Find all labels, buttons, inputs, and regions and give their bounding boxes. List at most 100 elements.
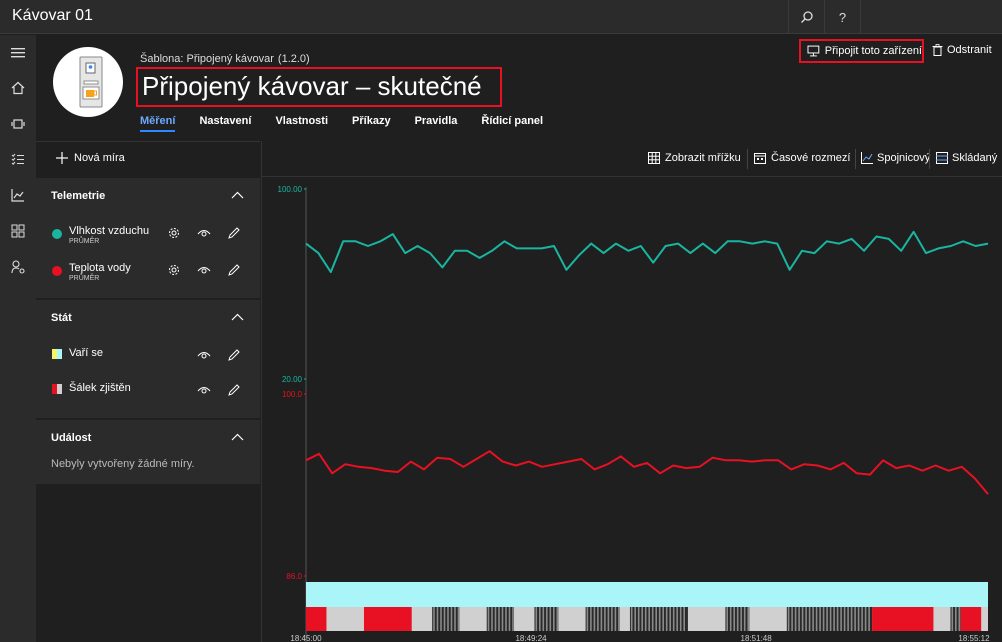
cup-state-hatch <box>539 607 541 631</box>
cup-state-hatch <box>826 607 828 631</box>
cup-state-segment-17 <box>872 607 934 631</box>
help-button[interactable]: ? <box>824 0 860 34</box>
top-bar: Kávovar 01 ? <box>0 0 1002 34</box>
grid-icon <box>648 152 660 164</box>
show-grid-button[interactable]: Zobrazit mřížku <box>648 152 741 164</box>
cup-state-hatch <box>443 607 446 631</box>
pencil-icon <box>228 227 240 239</box>
tab-settings[interactable]: Nastavení <box>199 115 251 132</box>
cup-state-hatch <box>729 607 732 631</box>
cup-state-hatch <box>655 607 657 631</box>
chart-area: Zobrazit mřížku Časové rozmezí Spojnicov… <box>261 141 1002 642</box>
event-collapse-button[interactable] <box>231 430 244 444</box>
nav-analytics[interactable] <box>8 185 28 205</box>
cup-state-hatch <box>505 607 507 631</box>
line-chart-button[interactable]: Spojnicový <box>861 152 930 164</box>
analytics-icon <box>11 189 24 202</box>
nav-home[interactable] <box>8 78 28 98</box>
cup-state-hatch <box>508 607 511 631</box>
cup-state-hatch <box>808 607 811 631</box>
tab-rules[interactable]: Pravidla <box>415 115 458 132</box>
cup-state-hatch <box>829 607 832 631</box>
cup-state-hatch <box>440 607 442 631</box>
delete-label: Odstranit <box>947 44 992 56</box>
state-title: Stát <box>51 312 72 324</box>
left-nav <box>0 35 36 642</box>
cup-state-hatch <box>600 607 603 631</box>
cup-state-hatch <box>648 607 650 631</box>
measures-panel: Nová míra Telemetrie Vlhkost vzduchu PRŮ… <box>36 141 260 642</box>
brewing-name: Vaří se <box>69 347 104 359</box>
tab-measurements[interactable]: Měření <box>140 115 176 132</box>
plus-icon <box>56 152 68 164</box>
cup-state-hatch <box>597 607 599 631</box>
cup-state-hatch <box>549 607 552 631</box>
eye-icon <box>197 229 211 237</box>
water-temp-name: Teplota vody <box>69 262 131 274</box>
coffee-maker-icon <box>79 56 103 108</box>
state-collapse-button[interactable] <box>231 310 244 324</box>
nav-devices[interactable] <box>8 114 28 134</box>
delete-button[interactable]: Odstranit <box>932 44 992 56</box>
cup-state-hatch <box>634 607 636 631</box>
water-temp-aggregation: PRŮMĚR <box>69 275 100 282</box>
new-measure-label: Nová míra <box>74 152 125 164</box>
cup-state-hatch <box>590 607 592 631</box>
telemetry-collapse-button[interactable] <box>231 188 244 202</box>
template-version: (1.2.0) <box>277 53 310 65</box>
menu-button[interactable] <box>8 43 28 63</box>
cup-state-hatch <box>604 607 606 631</box>
cup-state-hatch <box>833 607 835 631</box>
cup-state-hatch <box>644 607 647 631</box>
cup-visibility-button[interactable] <box>196 382 212 398</box>
time-range-button[interactable]: Časové rozmezí <box>754 152 850 164</box>
cup-state-hatch <box>553 607 555 631</box>
water-temp-visibility-button[interactable] <box>196 262 212 278</box>
cup-state-hatch <box>812 607 814 631</box>
nav-rules[interactable] <box>8 149 28 169</box>
cup-state-hatch <box>498 607 500 631</box>
brewing-edit-button[interactable] <box>226 347 242 363</box>
calendar-icon <box>754 153 766 164</box>
brewing-visibility-button[interactable] <box>196 347 212 363</box>
water-temp-settings-button[interactable] <box>166 262 182 278</box>
tab-properties[interactable]: Vlastnosti <box>275 115 328 132</box>
nav-dashboards[interactable] <box>8 221 28 241</box>
humidity-edit-button[interactable] <box>226 225 242 241</box>
humidity-visibility-button[interactable] <box>196 225 212 241</box>
eye-icon <box>197 386 211 394</box>
connect-device-label: Připojit toto zařízení <box>824 45 922 57</box>
x-tick-label-0: 18:45:00 <box>290 634 322 642</box>
stacked-chart-button[interactable]: Skládaný <box>936 152 997 164</box>
line-chart-label: Spojnicový <box>877 152 931 164</box>
telemetry-chart[interactable]: 100.00 20.00 100.0 86.0 18:45:00 18:49:24 18:5… <box>262 178 1002 642</box>
humidity-settings-button[interactable] <box>166 225 182 241</box>
humidity-color-dot <box>52 229 62 239</box>
cup-edit-button[interactable] <box>226 382 242 398</box>
cup-state-hatch <box>447 607 449 631</box>
cup-state-hatch <box>726 607 728 631</box>
tab-dashboard[interactable]: Řídicí panel <box>481 115 543 132</box>
gear-icon <box>169 228 179 238</box>
connect-device-button[interactable]: Připojit toto zařízení <box>799 39 924 63</box>
cup-state-hatch <box>958 607 961 631</box>
eye-icon <box>197 351 211 359</box>
search-button[interactable] <box>788 0 824 34</box>
cup-state-hatch <box>955 607 957 631</box>
cup-state-hatch <box>454 607 456 631</box>
state-cup-detected: Šálek zjištěn <box>51 382 251 410</box>
home-icon <box>11 81 25 95</box>
nav-administration[interactable] <box>8 257 28 277</box>
cup-state-hatch <box>801 607 804 631</box>
tab-commands[interactable]: Příkazy <box>352 115 391 132</box>
time-range-label: Časové rozmezí <box>771 152 851 164</box>
new-measure-button[interactable]: Nová míra <box>56 152 125 164</box>
cup-state-hatch <box>546 607 548 631</box>
x-tick-label-1: 18:49:24 <box>515 634 547 642</box>
checklist-icon <box>11 153 24 165</box>
line-chart-icon <box>861 152 873 164</box>
cup-state-hatch <box>815 607 818 631</box>
temp-axis-max-label: 100.0 <box>282 390 303 399</box>
cup-state-hatch <box>641 607 643 631</box>
water-temp-edit-button[interactable] <box>226 262 242 278</box>
